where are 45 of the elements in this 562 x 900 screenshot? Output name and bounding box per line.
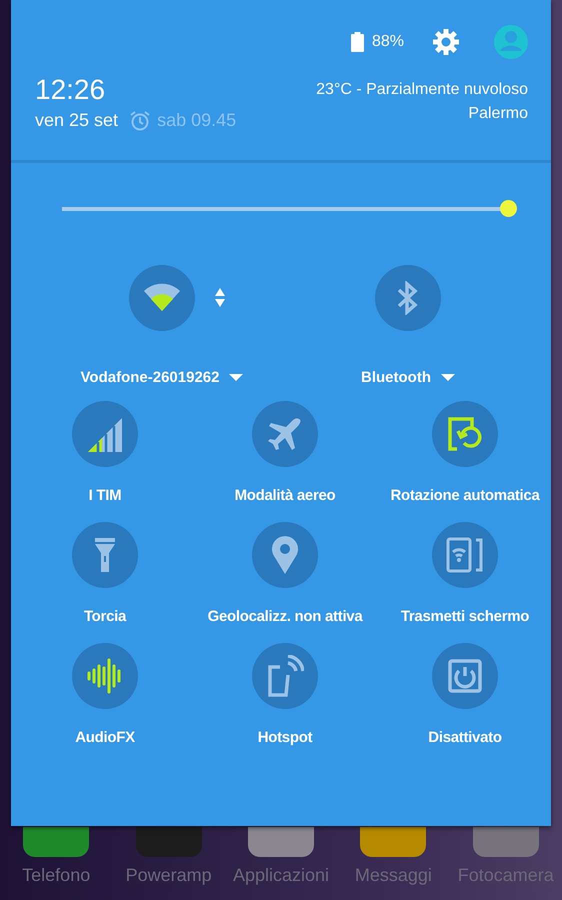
- battery-percentage: 88%: [372, 33, 404, 51]
- flashlight-icon: [94, 538, 116, 572]
- tile-label: Disattivato: [428, 729, 502, 746]
- app-label[interactable]: Messaggi: [354, 865, 432, 886]
- alarm-clock-icon: [130, 110, 150, 130]
- tile-label: Modalità aereo: [234, 487, 336, 504]
- app-icon[interactable]: [248, 827, 314, 857]
- data-activity-icon: [215, 288, 225, 308]
- tile-label: Geolocalizz. non attiva: [208, 608, 362, 625]
- hotspot-icon: [266, 655, 304, 697]
- location-pin-icon: [271, 536, 299, 574]
- signal-icon: [88, 416, 122, 452]
- caret-icon: [440, 374, 455, 381]
- cast-screen-icon: [446, 537, 484, 573]
- clock-time: 12:26: [35, 74, 106, 106]
- settings-icon[interactable]: [432, 28, 460, 56]
- caret-icon: [229, 374, 244, 381]
- alarm-time[interactable]: sab 09.45: [157, 110, 236, 131]
- avatar-icon[interactable]: [494, 25, 528, 59]
- sound-wave-icon: [87, 658, 123, 694]
- battery-icon: [350, 32, 364, 52]
- wifi-icon: [142, 283, 182, 313]
- app-label[interactable]: Poweramp: [126, 865, 212, 886]
- toggle-label[interactable]: Bluetooth: [361, 369, 431, 386]
- toggle-label[interactable]: Vodafone-26019262: [80, 369, 220, 386]
- weather-summary: 23°C - Parzialmente nuvoloso: [316, 80, 528, 100]
- tile-label: Hotspot: [258, 729, 312, 746]
- app-icon[interactable]: [472, 827, 539, 857]
- power-icon: [448, 659, 482, 693]
- app-label[interactable]: Applicazioni: [232, 865, 330, 886]
- airplane-icon: [267, 416, 303, 452]
- rotate-icon: [448, 417, 482, 451]
- brightness-slider[interactable]: [62, 200, 518, 218]
- tile-label: AudioFX: [75, 729, 135, 746]
- app-icon[interactable]: [23, 827, 90, 857]
- weather-location: Palermo: [468, 104, 528, 124]
- app-icon[interactable]: [360, 827, 426, 857]
- tile-label: Rotazione automatica: [390, 487, 540, 504]
- date-text: ven 25 set: [35, 110, 118, 131]
- tile-label: Torcia: [84, 608, 126, 625]
- app-label[interactable]: Telefono: [22, 865, 90, 886]
- slider-thumb[interactable]: [500, 200, 517, 217]
- tile-label: I TIM: [88, 487, 122, 504]
- bluetooth-icon: [396, 281, 420, 315]
- tile-label: Trasmetti schermo: [400, 608, 530, 625]
